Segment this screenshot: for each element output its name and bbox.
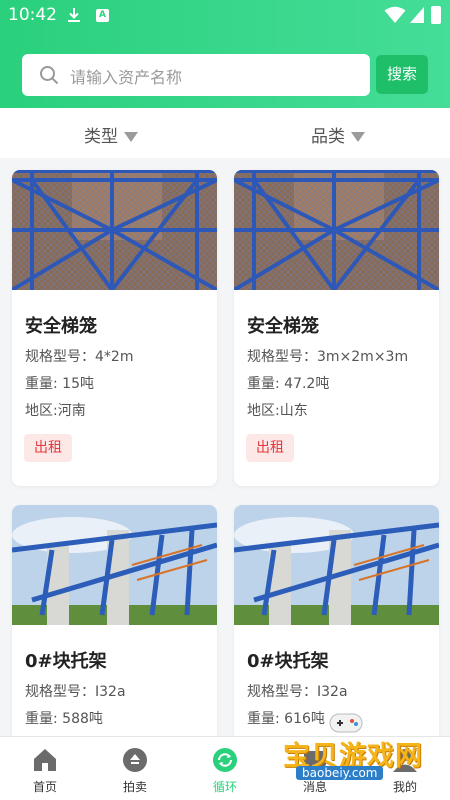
dropdown-arrow-icon xyxy=(124,132,138,142)
tab-cycle[interactable]: 循环 xyxy=(180,737,270,800)
tab-cycle-label: 循环 xyxy=(212,780,237,794)
asset-weight: 重量: 588吨 xyxy=(25,711,103,727)
filter-bar: 类型 品类 xyxy=(0,108,450,158)
filter-category[interactable]: 品类 xyxy=(311,122,365,147)
asset-region: 地区:河南 xyxy=(25,403,86,419)
wifi-icon xyxy=(384,6,406,23)
download-icon xyxy=(68,8,80,22)
asset-title: 0#块托架 xyxy=(25,651,107,672)
gamepad-icon xyxy=(329,713,363,733)
tab-home[interactable]: 首页 xyxy=(0,737,90,800)
asset-title: 0#块托架 xyxy=(247,651,329,672)
asset-spec: 规格型号：4*2m xyxy=(25,349,134,365)
status-time: 10:42 xyxy=(8,5,57,25)
asset-photo-bridge-bracket xyxy=(234,505,439,625)
search-placeholder: 请输入资产名称 xyxy=(70,68,183,87)
filter-type[interactable]: 类型 xyxy=(84,122,138,147)
watermark-url: baobeiy.com xyxy=(296,766,384,780)
search-button[interactable]: 搜索 xyxy=(376,55,428,94)
asset-card[interactable]: 安全梯笼 规格型号：3m×2m×3m 重量: 47.2吨 地区:山东 出租 xyxy=(234,170,439,486)
asset-photo-bridge-bracket xyxy=(12,505,217,625)
tab-home-label: 首页 xyxy=(32,780,57,794)
signal-icon xyxy=(410,7,424,23)
dropdown-arrow-icon xyxy=(351,132,365,142)
asset-weight: 重量: 15吨 xyxy=(25,376,94,392)
asset-title: 安全梯笼 xyxy=(247,316,319,337)
asset-title: 安全梯笼 xyxy=(25,316,97,337)
battery-icon xyxy=(431,6,441,24)
asset-spec: 规格型号：I32a xyxy=(247,684,348,700)
asset-card[interactable]: 安全梯笼 规格型号：4*2m 重量: 15吨 地区:河南 出租 xyxy=(12,170,217,486)
watermark: 宝贝游戏网 baobeiy.com xyxy=(280,708,448,790)
cycle-icon xyxy=(213,748,237,772)
asset-photo-lift-cage xyxy=(12,170,217,290)
filter-type-label: 类型 xyxy=(84,127,118,147)
filter-category-label: 品类 xyxy=(311,127,345,147)
search-input[interactable]: 请输入资产名称 xyxy=(22,54,370,96)
header: 10:42 A 请输入资产名称 搜索 xyxy=(0,0,450,108)
rent-tag: 出租 xyxy=(246,434,294,462)
rent-tag: 出租 xyxy=(24,434,72,462)
asset-spec: 规格型号：3m×2m×3m xyxy=(247,349,409,365)
tab-auction[interactable]: 拍卖 xyxy=(90,737,180,800)
asset-photo-lift-cage xyxy=(234,170,439,290)
asset-region: 地区:山东 xyxy=(247,403,308,419)
search-icon xyxy=(40,66,59,85)
asset-card[interactable]: 0#块托架 规格型号：I32a 重量: 588吨 xyxy=(12,505,217,765)
status-bar: 10:42 A xyxy=(0,0,450,32)
asset-spec: 规格型号：I32a xyxy=(25,684,126,700)
home-icon xyxy=(34,749,56,771)
tab-auction-label: 拍卖 xyxy=(122,780,147,794)
asset-weight: 重量: 47.2吨 xyxy=(247,376,330,392)
app-badge-icon: A xyxy=(96,9,109,22)
auction-icon xyxy=(123,748,147,772)
